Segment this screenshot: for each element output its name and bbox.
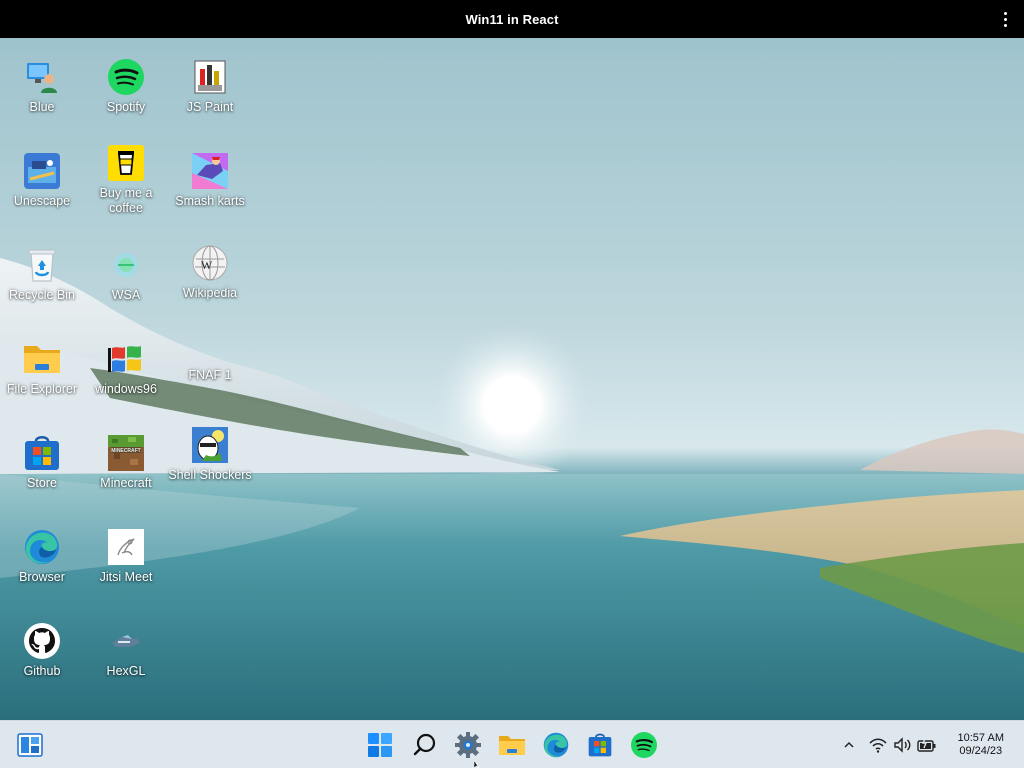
show-hidden-icons-button[interactable]	[842, 731, 856, 759]
unescape-icon	[23, 152, 61, 190]
mouse-cursor-icon	[474, 760, 480, 768]
desktop-icon-fnaf-1[interactable]: FNAF 1	[168, 326, 252, 383]
svg-text:MINECRAFT: MINECRAFT	[111, 448, 140, 454]
coffee-cup-icon	[107, 144, 145, 182]
store-icon	[588, 733, 612, 757]
spotify-icon	[107, 58, 145, 96]
blue-user-icon	[23, 58, 61, 96]
desktop-icon-github[interactable]: Github	[0, 622, 84, 679]
widgets-button[interactable]	[14, 729, 46, 761]
widgets-icon	[17, 733, 43, 757]
desktop-icon-wsa[interactable]: WSA	[84, 246, 168, 303]
jitsi-icon	[107, 528, 145, 566]
desktop-icon-store[interactable]: Store	[0, 434, 84, 491]
spotify-button[interactable]	[628, 729, 660, 761]
desktop-icon-js-paint[interactable]: JS Paint	[168, 58, 252, 115]
taskbar: 10:57 AM 09/24/23	[0, 720, 1024, 768]
clock[interactable]: 10:57 AM 09/24/23	[958, 732, 1004, 758]
shell-shockers-icon	[191, 426, 229, 464]
desktop-icon-buy-me-a-coffee[interactable]: Buy me a coffee	[84, 144, 168, 216]
clock-date: 09/24/23	[959, 745, 1003, 757]
volume-icon	[894, 737, 911, 753]
desktop-icon-recycle-bin[interactable]: Recycle Bin	[0, 246, 84, 303]
edge-icon	[543, 732, 569, 758]
desktop-icon-grid: Blue Spotify JS Paint Unescape Buy me a …	[0, 38, 260, 718]
hexgl-icon	[107, 622, 145, 660]
more-options-icon[interactable]	[996, 9, 1014, 29]
edge-icon	[23, 528, 61, 566]
recycle-bin-icon	[23, 246, 61, 284]
desktop-icon-browser[interactable]: Browser	[0, 528, 84, 585]
desktop-icon-minecraft[interactable]: MINECRAFT Minecraft	[84, 434, 168, 491]
paint-icon	[191, 58, 229, 96]
spotify-icon	[631, 732, 657, 758]
file-explorer-button[interactable]	[496, 729, 528, 761]
wifi-icon	[869, 738, 887, 753]
folder-icon	[23, 340, 61, 378]
desktop-icon-windows96[interactable]: windows96	[84, 340, 168, 397]
store-icon	[23, 434, 61, 472]
wifi-button[interactable]	[868, 731, 888, 759]
file-explorer-icon	[499, 736, 525, 755]
store-button[interactable]	[584, 729, 616, 761]
settings-button[interactable]	[452, 729, 484, 761]
window-title: Win11 in React	[465, 11, 559, 27]
desktop-icon-smash-karts[interactable]: Smash karts	[168, 152, 252, 209]
chevron-up-icon	[844, 741, 854, 748]
start-button[interactable]	[364, 729, 396, 761]
desktop-icon-file-explorer[interactable]: File Explorer	[0, 340, 84, 397]
wikipedia-icon: W	[191, 244, 229, 282]
clock-time: 10:57 AM	[957, 732, 1004, 744]
search-button[interactable]	[409, 729, 441, 761]
search-icon	[413, 733, 436, 756]
desktop-icon-hexgl[interactable]: HexGL	[84, 622, 168, 679]
svg-text:W: W	[201, 258, 213, 272]
windows96-icon	[107, 340, 145, 378]
edge-button[interactable]	[540, 729, 572, 761]
title-bar: Win11 in React	[0, 0, 1024, 38]
desktop-icon-unescape[interactable]: Unescape	[0, 152, 84, 209]
github-icon	[23, 622, 61, 660]
desktop-icon-spotify[interactable]: Spotify	[84, 58, 168, 115]
battery-button[interactable]	[917, 731, 937, 759]
desktop-icon-shell-shockers[interactable]: Shell Shockers	[168, 426, 252, 483]
volume-button[interactable]	[893, 731, 913, 759]
minecraft-icon: MINECRAFT	[107, 434, 145, 472]
desktop-icon-blue[interactable]: Blue	[0, 58, 84, 115]
smash-karts-icon	[191, 152, 229, 190]
fnaf-icon	[191, 326, 229, 364]
battery-icon	[917, 737, 936, 752]
start-icon	[368, 733, 392, 757]
settings-icon	[455, 732, 481, 758]
desktop-icon-jitsi-meet[interactable]: Jitsi Meet	[84, 528, 168, 585]
wsa-icon	[107, 246, 145, 284]
desktop-icon-wikipedia[interactable]: W Wikipedia	[168, 244, 252, 301]
